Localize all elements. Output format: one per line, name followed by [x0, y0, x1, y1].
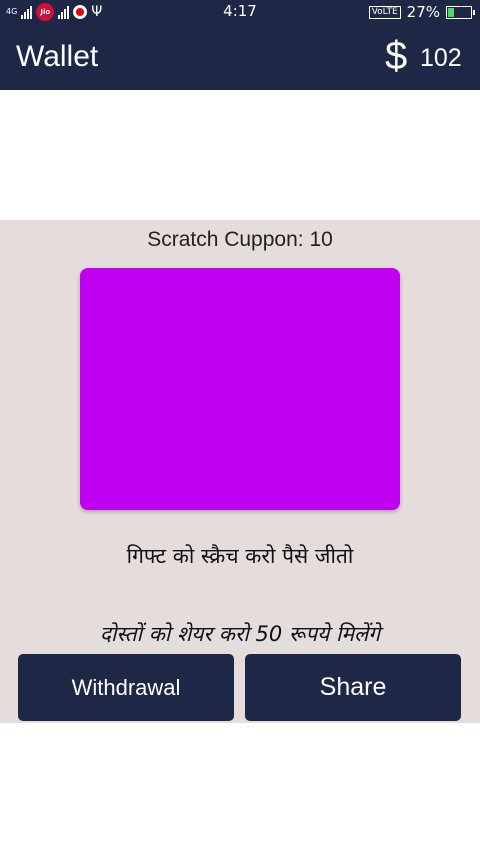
withdrawal-button[interactable]: Withdrawal	[18, 654, 234, 721]
battery-charging-icon: ⚡	[446, 3, 475, 19]
wallet-content: Scratch Cuppon: 10 गिफ्ट को स्क्रैच करो …	[0, 220, 480, 723]
page-title: Wallet	[16, 40, 99, 73]
status-right: VoLTE 27% ⚡	[368, 3, 475, 21]
volte-badge: VoLTE	[368, 5, 401, 19]
battery-level	[448, 7, 454, 17]
share-reward-text: दोस्तों को शेयर करो 50 रूपये मिलेंगे	[99, 622, 381, 646]
dollar-icon: $	[385, 34, 408, 78]
status-bar: 4G Jio Ψ 4:17 VoLTE 27% ⚡	[0, 0, 480, 24]
charging-bolt-icon: ⚡	[455, 3, 463, 17]
app-bar: Wallet $ 102	[0, 24, 480, 90]
wallet-balance: 102	[420, 44, 462, 72]
scratch-coupon-count: Scratch Cuppon: 10	[147, 228, 333, 251]
gift-instruction-text: गिफ्ट को स्क्रैच करो पैसे जीतो	[126, 544, 354, 568]
scratch-card[interactable]	[80, 268, 400, 510]
battery-percent: 27%	[406, 3, 440, 21]
share-button[interactable]: Share	[245, 654, 461, 721]
